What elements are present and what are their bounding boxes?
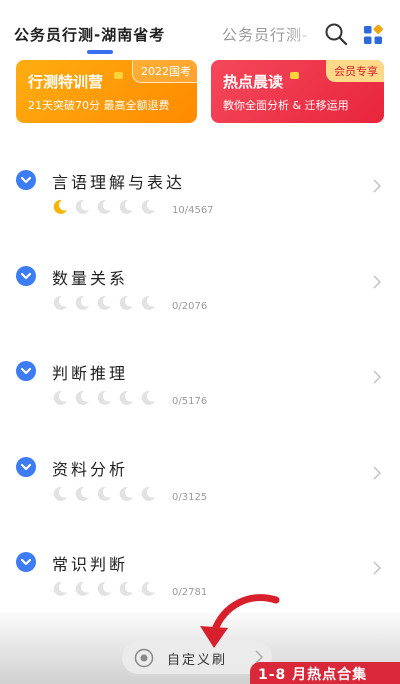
moon-icon: [75, 486, 89, 501]
moon-icon: [75, 199, 89, 214]
moon-icon: [97, 486, 111, 501]
training-camp-banner[interactable]: 行测特训营 2022国考 21天突破70分 最高全额退费: [16, 60, 197, 123]
chevron-right-icon[interactable]: [372, 465, 382, 481]
moon-icon: [141, 199, 155, 214]
moon-icon: [119, 199, 133, 214]
chevron-right-icon[interactable]: [372, 274, 382, 290]
banner-tag: 2022国考: [132, 60, 197, 83]
category-row[interactable]: 判断推理 0/5176: [0, 361, 400, 451]
chevron-right-icon[interactable]: [372, 178, 382, 194]
chevron-down-icon[interactable]: [16, 457, 36, 477]
moon-icon: [97, 390, 111, 405]
progress-count: 0/2076: [172, 301, 208, 312]
category-row[interactable]: 资料分析 0/3125: [0, 457, 400, 547]
category-title: 资料分析: [52, 460, 129, 479]
category-title: 言语理解与表达: [52, 173, 186, 192]
category-row[interactable]: 言语理解与表达 10/4567: [0, 170, 400, 260]
chat-bubble-icon: [114, 72, 123, 79]
moon-icon: [75, 581, 89, 596]
moon-icon: [141, 581, 155, 596]
moon-icon: [119, 581, 133, 596]
moon-icon: [119, 486, 133, 501]
banner-title: 行测特训营: [28, 73, 104, 91]
top-tab-bar: 公务员行测-湖南省考 公务员行测-: [0, 0, 400, 58]
banner-title: 热点晨读: [223, 73, 284, 91]
search-icon[interactable]: [324, 22, 348, 46]
moon-icon: [97, 199, 111, 214]
moon-icon: [119, 390, 133, 405]
chevron-right-icon[interactable]: [372, 560, 382, 576]
category-title: 判断推理: [52, 364, 129, 383]
banner-subtitle: 21天突破70分 最高全额退费: [28, 99, 170, 112]
hot-reading-banner[interactable]: 热点晨读 会员专享 教你全面分析 & 迁移运用: [211, 60, 384, 123]
chevron-down-icon[interactable]: [16, 552, 36, 572]
moon-icon: [75, 390, 89, 405]
progress-count: 0/5176: [172, 396, 208, 407]
chat-bubble-icon: [290, 72, 299, 79]
tab-fade: [290, 18, 320, 48]
chevron-down-icon[interactable]: [16, 361, 36, 381]
chevron-right-icon[interactable]: [372, 369, 382, 385]
pointer-arrow-icon: [200, 594, 280, 648]
hot-topics-label: 1-8 月热点合集: [258, 667, 368, 683]
progress-count: 10/4567: [172, 205, 214, 216]
chevron-down-icon[interactable]: [16, 266, 36, 286]
active-tab-indicator: [87, 50, 113, 54]
progress-count: 0/3125: [172, 492, 208, 503]
moon-icon: [53, 295, 67, 310]
moon-icon: [141, 486, 155, 501]
category-title: 常识判断: [52, 555, 129, 574]
moon-icon: [97, 295, 111, 310]
moon-icon: [53, 390, 67, 405]
moon-icon: [119, 295, 133, 310]
banner-tag: 会员专享: [326, 60, 384, 82]
category-title: 数量关系: [52, 269, 129, 288]
category-row[interactable]: 数量关系 0/2076: [0, 266, 400, 356]
moon-icon: [75, 295, 89, 310]
banner-subtitle: 教你全面分析 & 迁移运用: [223, 99, 349, 112]
moon-icon: [53, 199, 67, 214]
gear-icon: [134, 648, 154, 668]
tab-hunan-exam[interactable]: 公务员行测-湖南省考: [14, 24, 165, 45]
moon-icon: [97, 581, 111, 596]
grid-icon[interactable]: [363, 25, 383, 45]
chevron-down-icon[interactable]: [16, 170, 36, 190]
moon-icon: [53, 581, 67, 596]
moon-icon: [141, 390, 155, 405]
moon-icon: [53, 486, 67, 501]
moon-icon: [141, 295, 155, 310]
